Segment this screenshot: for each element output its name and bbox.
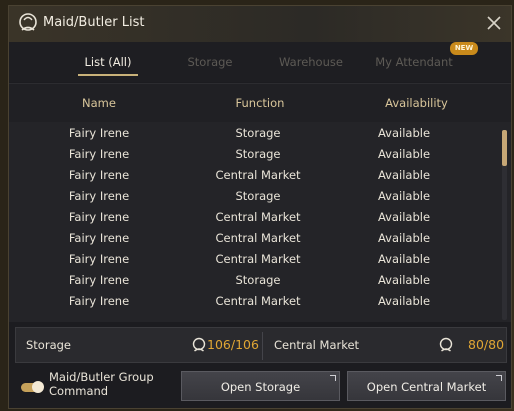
attendant-availability: Available [377, 189, 431, 203]
scrollbar-thumb[interactable] [502, 130, 507, 166]
attendant-name: Fairy Irene [68, 294, 130, 308]
storage-count: 106/106 [207, 337, 259, 352]
attendant-availability: Available [377, 168, 431, 182]
storage-label: Storage [26, 338, 71, 352]
maid-icon [19, 13, 37, 31]
footer: Maid/Butler Group Command Open Storage O… [9, 366, 511, 410]
attendant-function: Storage [235, 147, 281, 161]
attendant-availability: Available [377, 147, 431, 161]
new-badge: NEW [450, 42, 478, 55]
tab-storage[interactable]: Storage [175, 42, 245, 82]
attendant-availability: Available [377, 210, 431, 224]
attendant-availability: Available [377, 126, 431, 140]
open-central-market-label: Open Central Market [366, 380, 487, 394]
open-storage-button[interactable]: Open Storage [181, 371, 340, 401]
attendant-availability: Available [377, 252, 431, 266]
tab-list-all[interactable]: List (All) [69, 42, 147, 82]
title-bar[interactable]: Maid/Butler List [9, 6, 511, 43]
column-header-name: Name [82, 96, 116, 110]
central-market-label: Central Market [274, 338, 360, 352]
tab-bar: List (All) Storage Warehouse My Attendan… [9, 42, 511, 82]
close-icon[interactable] [485, 14, 503, 32]
maid-butler-list-window: Maid/Butler List List (All) Storage Ware… [8, 5, 512, 409]
open-storage-label: Open Storage [220, 380, 301, 394]
attendant-function: Central Market [215, 252, 301, 266]
attendant-name: Fairy Irene [68, 147, 130, 161]
attendant-name: Fairy Irene [68, 252, 130, 266]
attendant-availability: Available [377, 273, 431, 287]
attendant-function: Storage [235, 126, 281, 140]
corner-indicator-icon [330, 375, 336, 381]
list-item[interactable]: Fairy Irene Storage Available [9, 186, 499, 207]
list-item[interactable]: Fairy Irene Central Market Available [9, 207, 499, 228]
group-command-label: Maid/Butler Group Command [49, 370, 154, 398]
list-item[interactable]: Fairy Irene Storage Available [9, 123, 499, 144]
tab-warehouse[interactable]: Warehouse [271, 42, 351, 82]
attendant-function: Central Market [215, 231, 301, 245]
capacity-bar: Storage 106/106 Central Market 80/80 [15, 327, 507, 363]
attendant-name: Fairy Irene [68, 189, 130, 203]
divider [262, 332, 263, 360]
list-item[interactable]: Fairy Irene Central Market Available [9, 228, 499, 249]
attendant-availability: Available [377, 294, 431, 308]
list-item[interactable]: Fairy Irene Storage Available [9, 270, 499, 291]
maid-icon [439, 337, 453, 352]
column-header-availability: Availability [385, 96, 448, 110]
attendant-name: Fairy Irene [68, 210, 130, 224]
column-headers: Name Function Availability [9, 83, 511, 123]
attendant-name: Fairy Irene [68, 126, 130, 140]
attendant-name: Fairy Irene [68, 273, 130, 287]
list-item[interactable]: Fairy Irene Central Market Available [9, 165, 499, 186]
attendant-function: Storage [235, 189, 281, 203]
list-scrollbar[interactable] [502, 130, 507, 320]
attendant-function: Storage [235, 273, 281, 287]
group-command-toggle[interactable] [21, 381, 44, 393]
attendant-name: Fairy Irene [68, 231, 130, 245]
attendant-function: Central Market [215, 210, 301, 224]
tab-my-attendant[interactable]: My Attendant [369, 42, 459, 82]
central-market-count: 80/80 [468, 337, 505, 352]
attendant-availability: Available [377, 231, 431, 245]
window-title: Maid/Butler List [43, 15, 145, 30]
toggle-knob [32, 381, 44, 393]
column-header-function: Function [235, 96, 285, 110]
open-central-market-button[interactable]: Open Central Market [347, 371, 506, 401]
attendant-name: Fairy Irene [68, 168, 130, 182]
list-item[interactable]: Fairy Irene Central Market Available [9, 291, 499, 312]
attendant-list: Fairy Irene Storage Available Fairy Iren… [9, 122, 511, 322]
list-item[interactable]: Fairy Irene Storage Available [9, 144, 499, 165]
attendant-function: Central Market [215, 294, 301, 308]
list-item[interactable]: Fairy Irene Central Market Available [9, 249, 499, 270]
attendant-function: Central Market [215, 168, 301, 182]
maid-icon [192, 337, 206, 352]
corner-indicator-icon [496, 375, 502, 381]
